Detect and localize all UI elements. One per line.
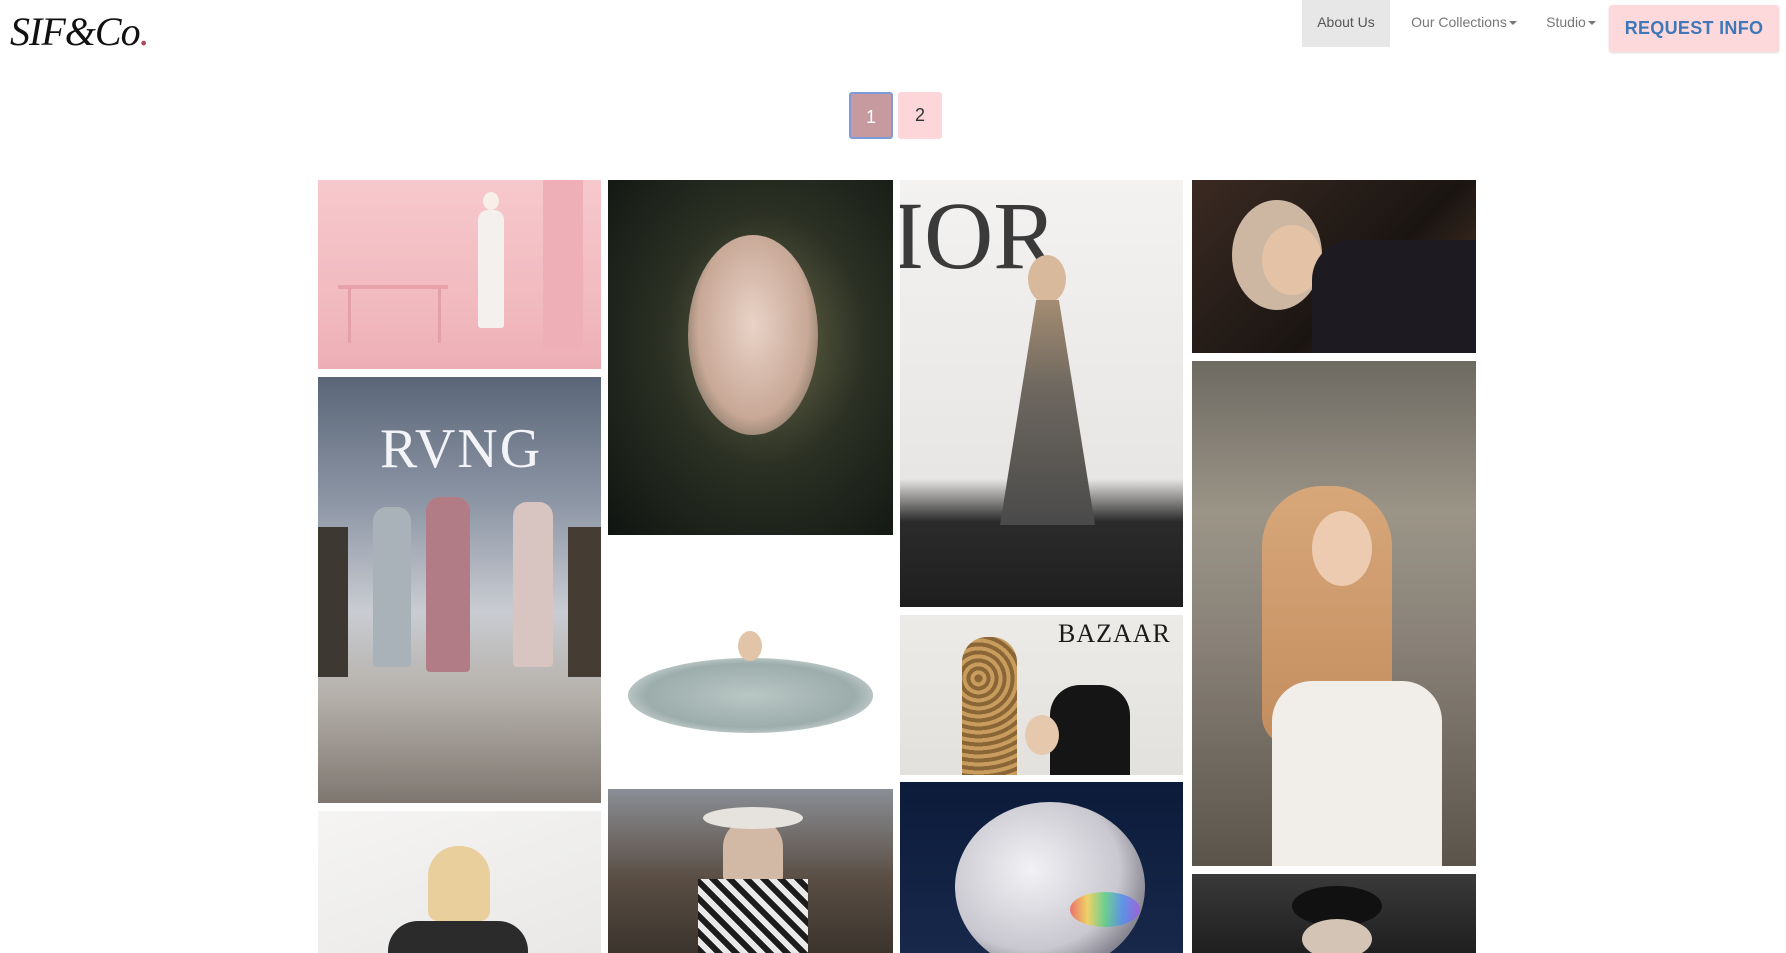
bazaar-caption: BAZAAR (1058, 619, 1171, 648)
logo-suffix: Co (94, 9, 141, 54)
request-info-button[interactable]: REQUEST INFO (1609, 5, 1779, 52)
gallery-image-runway[interactable]: RVNG (318, 377, 601, 803)
gallery-image-tulle-dress[interactable] (608, 543, 893, 788)
gallery-image-dior-event[interactable]: IOR (900, 180, 1183, 607)
gallery-image-bazaar[interactable]: BAZAAR (900, 615, 1183, 775)
gallery-image-white-blazer[interactable] (1192, 361, 1476, 866)
nav-item-about-us[interactable]: About Us (1302, 0, 1390, 47)
gallery-image-houndstooth[interactable] (608, 789, 893, 953)
nav-item-label: Studio (1546, 14, 1586, 30)
brand-logo[interactable]: SIF&Co. (10, 8, 150, 55)
gallery-image-veil-portrait[interactable] (608, 180, 893, 535)
gallery-image-hat-portrait[interactable] (1192, 874, 1476, 953)
page-button-1[interactable]: 1 (849, 92, 893, 139)
gallery-image-pink-room[interactable] (318, 180, 601, 369)
runway-caption: RVNG (380, 418, 543, 480)
nav-item-studio[interactable]: Studio (1540, 0, 1602, 47)
caret-down-icon (1508, 21, 1517, 26)
page-button-2[interactable]: 2 (898, 92, 942, 139)
nav-item-our-collections[interactable]: Our Collections (1398, 0, 1530, 47)
logo-dot: . (139, 9, 150, 54)
logo-text: SIF (10, 9, 66, 54)
caret-down-icon (1587, 21, 1596, 26)
nav-item-label: Our Collections (1411, 14, 1507, 30)
gallery-image-hijab-portrait[interactable] (1192, 180, 1476, 353)
nav-item-label: About Us (1317, 14, 1375, 30)
gallery-image-rainbow-profile[interactable] (900, 782, 1183, 953)
logo-ampersand: & (64, 9, 96, 54)
gallery-image-studded-jacket[interactable] (318, 811, 601, 953)
